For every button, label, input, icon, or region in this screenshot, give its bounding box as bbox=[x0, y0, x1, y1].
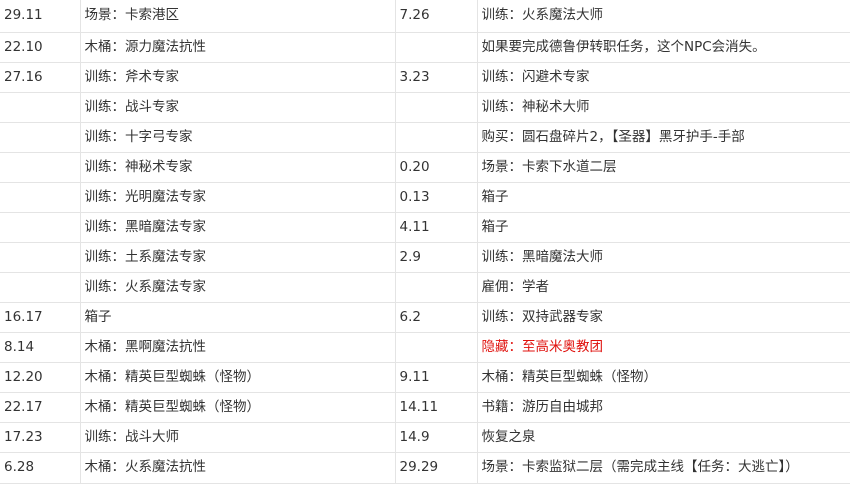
coord-cell: 29.11 bbox=[0, 0, 81, 33]
entry-cell: 木桶：精英巨型蜘蛛（怪物） bbox=[477, 362, 850, 393]
coord-cell: 27.16 bbox=[0, 62, 81, 93]
entry-cell: 雇佣：学者 bbox=[477, 272, 850, 303]
coord-cell: 4.11 bbox=[395, 212, 478, 243]
coord-cell: 29.29 bbox=[395, 452, 478, 484]
coord-cell: 22.10 bbox=[0, 32, 81, 63]
entry-cell: 书籍：游历自由城邦 bbox=[477, 392, 850, 423]
coord-cell bbox=[395, 32, 478, 63]
table-row: 训练：光明魔法专家 0.13 箱子 bbox=[0, 182, 850, 213]
coord-cell: 12.20 bbox=[0, 362, 81, 393]
coord-cell bbox=[0, 242, 81, 273]
entry-cell: 木桶：源力魔法抗性 bbox=[80, 32, 396, 63]
coord-cell: 7.26 bbox=[395, 0, 478, 33]
coord-cell bbox=[395, 92, 478, 123]
table-row: 27.16 训练：斧术专家 3.23 训练：闪避术专家 bbox=[0, 62, 850, 93]
coord-cell bbox=[395, 272, 478, 303]
entry-cell: 训练：黑暗魔法大师 bbox=[477, 242, 850, 273]
table-row: 22.10 木桶：源力魔法抗性 如果要完成德鲁伊转职任务，这个NPC会消失。 bbox=[0, 32, 850, 63]
table-row: 29.11 场景：卡索港区 7.26 训练：火系魔法大师 bbox=[0, 0, 850, 33]
entry-cell: 木桶：火系魔法抗性 bbox=[80, 452, 396, 484]
entry-cell: 恢复之泉 bbox=[477, 422, 850, 453]
entry-cell: 训练：黑暗魔法专家 bbox=[80, 212, 396, 243]
entry-cell: 训练：战斗专家 bbox=[80, 92, 396, 123]
coord-cell bbox=[395, 122, 478, 153]
entry-cell: 训练：双持武器专家 bbox=[477, 302, 850, 333]
table-row: 8.14 木桶：黑啊魔法抗性 隐藏：至高米奥教团 bbox=[0, 332, 850, 363]
entry-cell: 训练：战斗大师 bbox=[80, 422, 396, 453]
hidden-entry-cell: 隐藏：至高米奥教团 bbox=[477, 332, 850, 363]
coord-cell: 0.20 bbox=[395, 152, 478, 183]
entry-cell: 训练：神秘术大师 bbox=[477, 92, 850, 123]
table-row: 训练：土系魔法专家 2.9 训练：黑暗魔法大师 bbox=[0, 242, 850, 273]
entry-cell: 训练：十字弓专家 bbox=[80, 122, 396, 153]
entry-cell: 箱子 bbox=[477, 212, 850, 243]
coord-cell: 8.14 bbox=[0, 332, 81, 363]
table-row: 12.20 木桶：精英巨型蜘蛛（怪物） 9.11 木桶：精英巨型蜘蛛（怪物） bbox=[0, 362, 850, 393]
coord-cell: 17.23 bbox=[0, 422, 81, 453]
entry-cell: 训练：斧术专家 bbox=[80, 62, 396, 93]
table-row: 6.28 木桶：火系魔法抗性 29.29 场景：卡索监狱二层（需完成主线【任务：… bbox=[0, 452, 850, 484]
table-row: 训练：神秘术专家 0.20 场景：卡索下水道二层 bbox=[0, 152, 850, 183]
coord-cell bbox=[0, 152, 81, 183]
entry-cell: 木桶：精英巨型蜘蛛（怪物） bbox=[80, 362, 396, 393]
entry-cell: 木桶：黑啊魔法抗性 bbox=[80, 332, 396, 363]
entry-cell: 场景：卡索港区 bbox=[80, 0, 396, 33]
coord-cell bbox=[0, 182, 81, 213]
entry-cell: 训练：火系魔法大师 bbox=[477, 0, 850, 33]
entry-cell: 训练：神秘术专家 bbox=[80, 152, 396, 183]
coord-cell: 3.23 bbox=[395, 62, 478, 93]
entry-cell: 箱子 bbox=[80, 302, 396, 333]
table-row: 训练：战斗专家 训练：神秘术大师 bbox=[0, 92, 850, 123]
coord-cell bbox=[0, 212, 81, 243]
table-row: 训练：黑暗魔法专家 4.11 箱子 bbox=[0, 212, 850, 243]
coord-cell bbox=[0, 92, 81, 123]
table-row: 17.23 训练：战斗大师 14.9 恢复之泉 bbox=[0, 422, 850, 453]
entry-cell: 训练：光明魔法专家 bbox=[80, 182, 396, 213]
coord-cell: 14.9 bbox=[395, 422, 478, 453]
entry-cell: 箱子 bbox=[477, 182, 850, 213]
coord-cell: 6.28 bbox=[0, 452, 81, 484]
coord-cell bbox=[0, 272, 81, 303]
table-row: 22.17 木桶：精英巨型蜘蛛（怪物） 14.11 书籍：游历自由城邦 bbox=[0, 392, 850, 423]
entry-cell: 场景：卡索监狱二层（需完成主线【任务：大逃亡】） bbox=[477, 452, 850, 484]
entry-cell: 场景：卡索下水道二层 bbox=[477, 152, 850, 183]
table-row: 16.17 箱子 6.2 训练：双持武器专家 bbox=[0, 302, 850, 333]
table-row: 训练：十字弓专家 购买：圆石盘碎片2，【圣器】黑牙护手-手部 bbox=[0, 122, 850, 153]
coord-cell bbox=[0, 122, 81, 153]
coord-cell: 14.11 bbox=[395, 392, 478, 423]
coord-cell: 0.13 bbox=[395, 182, 478, 213]
entry-cell: 购买：圆石盘碎片2，【圣器】黑牙护手-手部 bbox=[477, 122, 850, 153]
table-row: 训练：火系魔法专家 雇佣：学者 bbox=[0, 272, 850, 303]
location-table: 29.11 场景：卡索港区 7.26 训练：火系魔法大师 22.10 木桶：源力… bbox=[0, 0, 850, 484]
entry-cell: 训练：火系魔法专家 bbox=[80, 272, 396, 303]
coord-cell: 6.2 bbox=[395, 302, 478, 333]
coord-cell: 2.9 bbox=[395, 242, 478, 273]
coord-cell: 22.17 bbox=[0, 392, 81, 423]
entry-cell: 训练：土系魔法专家 bbox=[80, 242, 396, 273]
coord-cell: 9.11 bbox=[395, 362, 478, 393]
coord-cell: 16.17 bbox=[0, 302, 81, 333]
coord-cell bbox=[395, 332, 478, 363]
entry-cell: 如果要完成德鲁伊转职任务，这个NPC会消失。 bbox=[477, 32, 850, 63]
entry-cell: 木桶：精英巨型蜘蛛（怪物） bbox=[80, 392, 396, 423]
entry-cell: 训练：闪避术专家 bbox=[477, 62, 850, 93]
